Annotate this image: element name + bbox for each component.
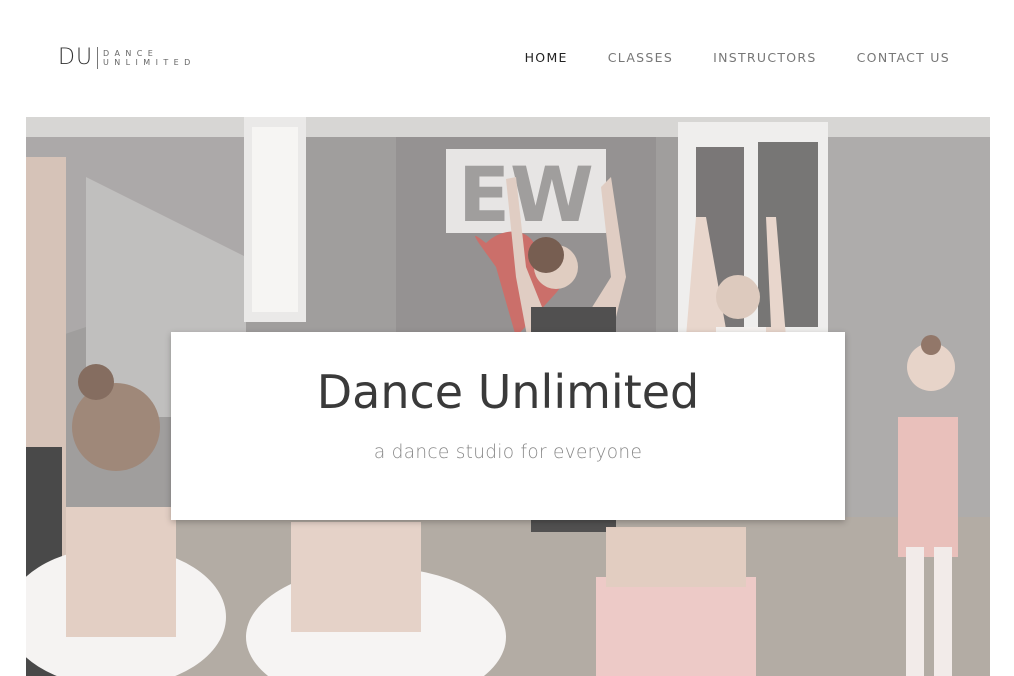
nav-item-classes[interactable]: CLASSES bbox=[608, 50, 673, 65]
logo-line-2: UNLIMITED bbox=[103, 58, 196, 67]
logo-line-1: DANCE bbox=[103, 49, 159, 58]
logo-mark: DU bbox=[58, 45, 94, 70]
hero-card: Dance Unlimited a dance studio for every… bbox=[171, 332, 845, 520]
main-nav: HOME CLASSES INSTRUCTORS CONTACT US bbox=[525, 50, 950, 65]
hero-banner: EW Dance Unlimited a dance studio for ev… bbox=[26, 117, 990, 676]
logo-wordmark: DANCE UNLIMITED bbox=[103, 49, 196, 67]
nav-item-instructors[interactable]: INSTRUCTORS bbox=[713, 50, 817, 65]
site-logo[interactable]: DU DANCE UNLIMITED bbox=[58, 45, 196, 71]
hero-subtitle: a dance studio for everyone bbox=[373, 442, 643, 463]
page: DU DANCE UNLIMITED HOME CLASSES INSTRUCT… bbox=[0, 0, 1014, 676]
nav-item-home[interactable]: HOME bbox=[525, 50, 568, 65]
logo-divider bbox=[97, 47, 99, 69]
site-header: DU DANCE UNLIMITED HOME CLASSES INSTRUCT… bbox=[0, 0, 1014, 117]
nav-item-contact-us[interactable]: CONTACT US bbox=[857, 50, 950, 65]
hero-title: Dance Unlimited bbox=[316, 365, 700, 419]
